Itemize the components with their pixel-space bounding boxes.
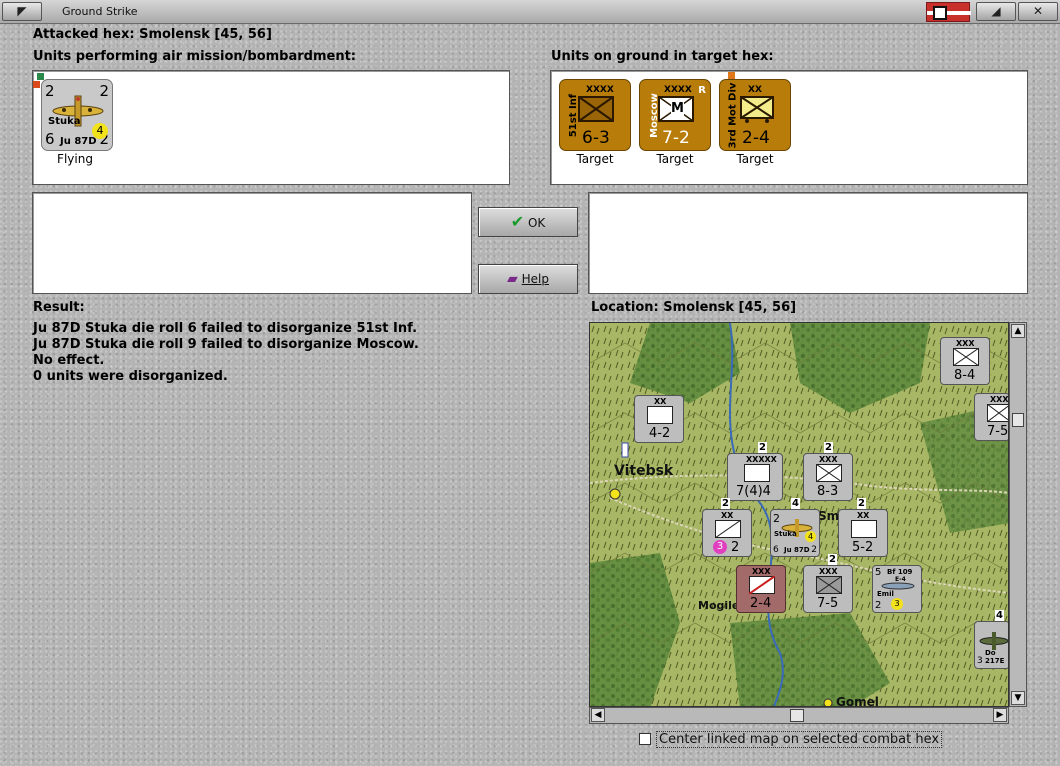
help-label: Help	[521, 272, 549, 286]
result-line: Ju 87D Stuka die roll 6 failed to disorg…	[33, 321, 418, 336]
unit-size-label: XXXX	[586, 85, 614, 95]
center-map-checkbox-label[interactable]: Center linked map on selected combat hex	[656, 731, 943, 748]
air-unit-model: Ju 87D	[60, 136, 97, 147]
help-button[interactable]: ▰ Help	[478, 264, 578, 294]
unit-strength: 2-4	[742, 128, 770, 148]
air-unit-counter[interactable]: 2 2 6 2 Stuka 4 Ju 87D	[41, 79, 113, 151]
system-menu-button[interactable]: ◤	[2, 2, 42, 21]
ground-unit-status: Target	[576, 152, 614, 166]
minimize-button[interactable]: ◢	[976, 2, 1016, 21]
unit-name-label: 3rd Mot Div	[727, 82, 739, 149]
air-unit-status: Flying	[57, 152, 93, 166]
map-vertical-scrollbar[interactable]: ▲ ▼	[1009, 322, 1027, 707]
selection-marker-icon	[37, 73, 44, 80]
result-log: Ju 87D Stuka die roll 6 failed to disorg…	[33, 321, 578, 385]
unit-symbol-letter: M	[671, 101, 684, 116]
scroll-left-arrow-icon[interactable]: ◀	[591, 708, 605, 722]
ground-unit-counter[interactable]: XXXX 51st Inf 6-3	[559, 79, 631, 151]
center-map-checkbox[interactable]	[639, 733, 651, 745]
map-air-counter[interactable]: 4 2 Stuka 4 6 Ju 87D 2	[770, 498, 820, 557]
scroll-right-arrow-icon[interactable]: ▶	[993, 708, 1007, 722]
help-book-icon: ▰	[507, 271, 518, 287]
restore-icon: ◤	[17, 4, 27, 18]
map-unit-counter[interactable]: XX 4-2	[634, 395, 684, 443]
defender-detail-panel	[588, 192, 1028, 294]
vertical-scroll-thumb[interactable]	[1012, 413, 1024, 427]
unit-strength: 7-2	[662, 128, 690, 148]
infantry-symbol-icon	[578, 96, 614, 122]
city-label: Mogile	[698, 599, 740, 612]
unit-flag-label: R	[698, 85, 706, 96]
scroll-down-arrow-icon[interactable]: ▼	[1011, 691, 1025, 705]
map-air-counter[interactable]: 4 3 Do 217E	[974, 610, 1008, 669]
unit-strength: 6-3	[582, 128, 610, 148]
map-unit-counter[interactable]: XXX 8-4	[940, 337, 990, 385]
ground-unit-counter[interactable]: XX 3rd Mot Div 2-4	[719, 79, 791, 151]
unit-marker-icon	[728, 72, 735, 79]
air-unit-name: Stuka	[48, 116, 81, 127]
map-unit-counter[interactable]: XXX 7-5	[974, 393, 1008, 441]
ground-units-panel: XXXX 51st Inf 6-3 Target XXXX R Moscow M…	[550, 70, 1028, 185]
unit-size-label: XX	[748, 85, 762, 95]
attacker-detail-panel	[32, 192, 472, 294]
map-unit-counter[interactable]: XXX 2-4	[736, 565, 786, 613]
checkmark-icon: ✔	[510, 212, 525, 231]
ground-unit-status: Target	[656, 152, 694, 166]
nation-flag-icon	[926, 2, 971, 22]
close-icon: ✕	[1032, 4, 1044, 18]
window-title: Ground Strike	[62, 5, 138, 18]
map-unit-counter[interactable]: 2 XX 5-2	[838, 498, 888, 557]
attacked-hex-label: Attacked hex: Smolensk [45, 56]	[33, 27, 272, 42]
ground-units-label: Units on ground in target hex:	[551, 49, 774, 64]
result-line: No effect.	[33, 353, 105, 368]
map-horizontal-scrollbar[interactable]: ◀ ▶	[589, 707, 1009, 724]
result-line: 0 units were disorganized.	[33, 369, 228, 384]
scroll-up-arrow-icon[interactable]: ▲	[1011, 324, 1025, 338]
map-unit-counter[interactable]: 2 XXXXX 7(4)4	[727, 442, 783, 501]
location-label: Location: Smolensk [45, 56]	[591, 300, 797, 315]
ground-unit-status: Target	[736, 152, 774, 166]
mission-marker-icon	[33, 81, 40, 88]
result-line: Ju 87D Stuka die roll 9 failed to disorg…	[33, 337, 419, 352]
ground-unit-counter[interactable]: XXXX R Moscow M 7-2	[639, 79, 711, 151]
horizontal-scroll-thumb[interactable]	[790, 709, 804, 722]
motorized-infantry-symbol-icon	[740, 96, 774, 123]
title-bar: ◤ Ground Strike ◢ ✕	[0, 0, 1060, 24]
city-label: Vitebsk	[614, 463, 674, 479]
ok-button[interactable]: ✔ OK	[478, 207, 578, 237]
air-defense-value: 6	[45, 130, 55, 148]
minimize-icon: ◢	[991, 4, 1001, 18]
map-unit-counter[interactable]: 2 XX 3 2	[702, 498, 752, 557]
close-button[interactable]: ✕	[1018, 2, 1058, 21]
map-unit-counter[interactable]: 2 XXX 7-5	[803, 554, 853, 613]
map-air-counter[interactable]: 5 Bf 109 E-4 Emil 2 3	[872, 565, 922, 613]
unit-size-label: XXXX	[664, 85, 692, 95]
air-units-panel: 2 2 6 2 Stuka 4 Ju 87D Flying	[32, 70, 510, 185]
combat-map[interactable]: Vitebsk Mogile Gomel Smo XX 4-2 2 XXXXX …	[589, 322, 1009, 707]
air-units-label: Units performing air mission/bombardment…	[33, 49, 357, 64]
result-label: Result:	[33, 300, 85, 315]
ok-label: OK	[527, 216, 546, 230]
map-unit-counter[interactable]: 2 XXX 8-3	[803, 442, 853, 501]
city-label: Gomel	[836, 695, 879, 707]
